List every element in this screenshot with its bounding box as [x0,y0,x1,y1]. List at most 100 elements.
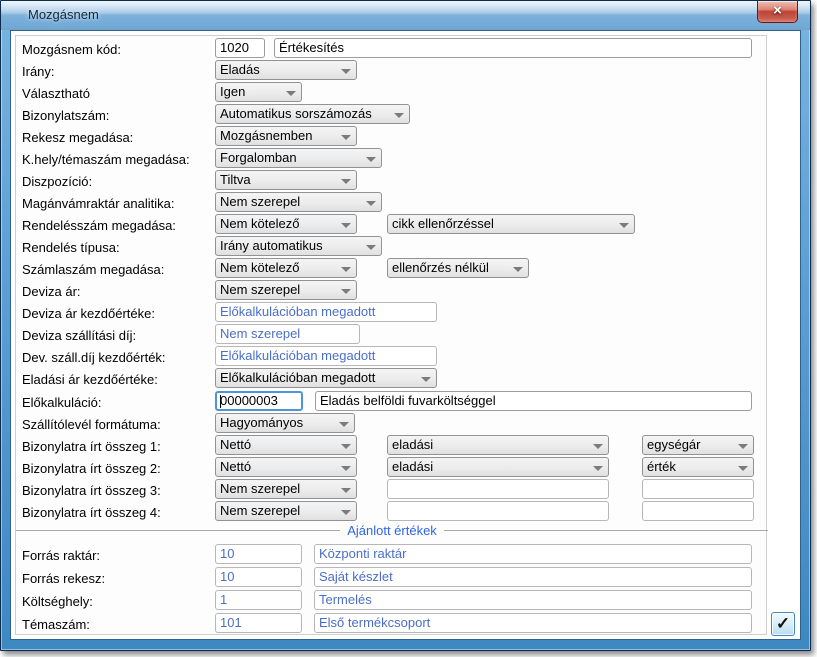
section-title: Ajánlott értékek [340,523,444,538]
osszeg2-label: Bizonylatra írt összeg 2: [22,459,161,479]
deviza-ar-kezdo-label: Deviza ár kezdőértéke: [22,304,155,324]
osszeg3-ar-field [387,479,609,499]
osszeg2-select[interactable]: Nettó [215,457,357,477]
elokalkulacio-label: Előkalkuláció: [22,393,102,413]
osszeg3-label: Bizonylatra írt összeg 3: [22,481,161,501]
rendelesszam-select[interactable]: Nem kötelező [215,214,357,234]
forras-raktar-kod-field[interactable]: 10 [215,544,302,564]
deviza-szall-dij-label: Deviza szállítási díj: [22,326,136,346]
chevron-down-icon [341,488,351,493]
divider [444,530,768,531]
close-icon: × [773,2,782,19]
screen: Mozgásnem × Mozgásnem kód: 1020 Értékesí… [0,0,817,657]
temaszam-nev-field[interactable]: Első termékcsoport [314,613,752,633]
deviza-ar-select[interactable]: Nem szerepel [215,280,357,300]
chevron-down-icon [286,91,296,96]
dialog-body: Mozgásnem kód: 1020 Értékesítés Irány: E… [10,30,801,640]
deviza-ar-kezdo-field: Előkalkulációban megadott [215,302,437,322]
koltseghely-kod-field[interactable]: 1 [215,590,302,610]
close-button[interactable]: × [757,1,798,23]
rendelesszam-ellenorzes-select[interactable]: cikk ellenőrzéssel [387,214,635,234]
mozgasnem-kod-input[interactable]: 1020 [215,38,265,58]
chevron-down-icon [366,157,376,162]
diszpozicio-select[interactable]: Tiltva [215,170,357,190]
rendeles-tipusa-label: Rendelés típusa: [22,238,120,258]
eladasi-ar-kezdo-select[interactable]: Előkalkulációban megadott [215,368,437,388]
temaszam-kod-field[interactable]: 101 [215,613,302,633]
check-icon: ✓ [776,614,790,633]
forras-raktar-label: Forrás raktár: [22,546,100,566]
dev-szall-dij-kezdo-label: Dev. száll.díj kezdőérték: [22,348,166,368]
diszpozicio-label: Diszpozíció: [22,172,92,192]
elokalkulacio-nev-input[interactable]: Eladás belföldi fuvarköltséggel [315,391,752,411]
szamlaszam-ellenorzes-select[interactable]: ellenőrzés nélkül [387,258,529,278]
osszeg3-select[interactable]: Nem szerepel [215,479,357,499]
osszeg4-mod-field [642,501,754,521]
szallitolevel-label: Szállítólevél formátuma: [22,415,161,435]
chevron-down-icon [593,466,603,471]
szamlaszam-select[interactable]: Nem kötelező [215,258,357,278]
forras-rekesz-nev-field[interactable]: Saját készlet [314,567,752,587]
mozgasnem-nev-input[interactable]: Értékesítés [274,38,752,58]
chevron-down-icon [619,223,629,228]
osszeg1-label: Bizonylatra írt összeg 1: [22,437,161,457]
chevron-down-icon [738,466,748,471]
valaszthato-label: Választható [22,84,90,104]
chevron-down-icon [513,267,523,272]
osszeg4-label: Bizonylatra írt összeg 4: [22,503,161,523]
maganvamraktar-select[interactable]: Nem szerepel [215,192,382,212]
osszeg1-select[interactable]: Nettó [215,435,357,455]
szamlaszam-label: Számlaszám megadása: [22,260,164,280]
khely-temaszam-select[interactable]: Forgalomban [215,148,382,168]
rendeles-tipusa-select[interactable]: Irány automatikus [215,236,382,256]
mozgasnem-kod-label: Mozgásnem kód: [22,40,121,60]
valaszthato-select[interactable]: Igen [215,82,302,102]
chevron-down-icon [394,113,404,118]
koltseghely-label: Költséghely: [22,592,93,612]
text-caret [220,395,221,408]
forras-rekesz-kod-field[interactable]: 10 [215,567,302,587]
chevron-down-icon [341,289,351,294]
osszeg4-select[interactable]: Nem szerepel [215,501,357,521]
forras-raktar-nev-field[interactable]: Központi raktár [314,544,752,564]
osszeg4-ar-field [387,501,609,521]
elokalkulacio-input[interactable]: 00000003 [215,391,303,411]
bizonylatszam-label: Bizonylatszám: [22,106,109,126]
eladasi-ar-kezdo-label: Eladási ár kezdőértéke: [22,370,158,390]
chevron-down-icon [341,510,351,515]
chevron-down-icon [341,223,351,228]
koltseghely-nev-field[interactable]: Termelés [314,590,752,610]
osszeg1-mod-select[interactable]: egységár [642,435,754,455]
osszeg1-ar-select[interactable]: eladási [387,435,609,455]
irany-select[interactable]: Eladás [215,60,357,80]
maganvamraktar-label: Magánvámraktár analitika: [22,194,174,214]
chevron-down-icon [421,377,431,382]
title-bar[interactable]: Mozgásnem [1,1,810,30]
osszeg3-mod-field [642,479,754,499]
dev-szall-dij-kezdo-field: Előkalkulációban megadott [215,346,437,366]
chevron-down-icon [341,179,351,184]
window-title: Mozgásnem [28,7,99,22]
chevron-down-icon [341,267,351,272]
osszeg2-ar-select[interactable]: eladási [387,457,609,477]
temaszam-label: Témaszám: [22,615,90,635]
chevron-down-icon [366,245,376,250]
forras-rekesz-label: Forrás rekesz: [22,569,105,589]
osszeg2-mod-select[interactable]: érték [642,457,754,477]
chevron-down-icon [341,69,351,74]
chevron-down-icon [341,444,351,449]
chevron-down-icon [341,135,351,140]
rekesz-megadasa-select[interactable]: Mozgásnemben [215,126,357,146]
rendelesszam-label: Rendelésszám megadása: [22,216,176,236]
szallitolevel-select[interactable]: Hagyományos [215,413,355,433]
khely-temaszam-label: K.hely/témaszám megadása: [22,150,190,170]
chevron-down-icon [341,466,351,471]
divider [16,530,340,531]
irany-label: Irány: [22,62,55,82]
rekesz-megadasa-label: Rekesz megadása: [22,128,133,148]
chevron-down-icon [738,444,748,449]
deviza-ar-label: Deviza ár: [22,282,81,302]
confirm-checkbox[interactable]: ✓ [771,612,795,636]
chevron-down-icon [339,422,349,427]
bizonylatszam-select[interactable]: Automatikus sorszámozás [215,104,410,124]
